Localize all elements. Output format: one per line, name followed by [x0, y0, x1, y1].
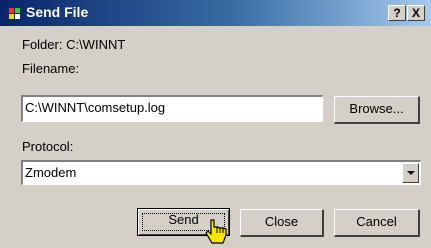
protocol-select[interactable]: Zmodem — [21, 160, 421, 185]
send-file-dialog: Send File ? X Folder: C:\WINNT Filename:… — [0, 0, 431, 248]
filename-label: Filename: — [22, 61, 80, 76]
chevron-down-icon[interactable] — [402, 163, 419, 183]
hand-pointer-icon — [205, 219, 227, 244]
app-icon — [9, 8, 20, 19]
filename-input[interactable]: C:\WINNT\comsetup.log — [21, 95, 323, 122]
window-title: Send File — [26, 4, 89, 20]
window-close-button[interactable]: X — [407, 5, 425, 21]
cancel-button[interactable]: Cancel — [334, 209, 420, 237]
send-button-label: Send — [168, 212, 199, 227]
close-button[interactable]: Close — [240, 209, 324, 237]
title-bar[interactable]: Send File ? X — [0, 0, 431, 26]
help-button[interactable]: ? — [388, 5, 406, 21]
protocol-label: Protocol: — [22, 139, 74, 154]
browse-button[interactable]: Browse... — [334, 96, 420, 124]
folder-label: Folder: C:\WINNT — [22, 37, 126, 52]
protocol-selected-value: Zmodem — [25, 165, 77, 180]
